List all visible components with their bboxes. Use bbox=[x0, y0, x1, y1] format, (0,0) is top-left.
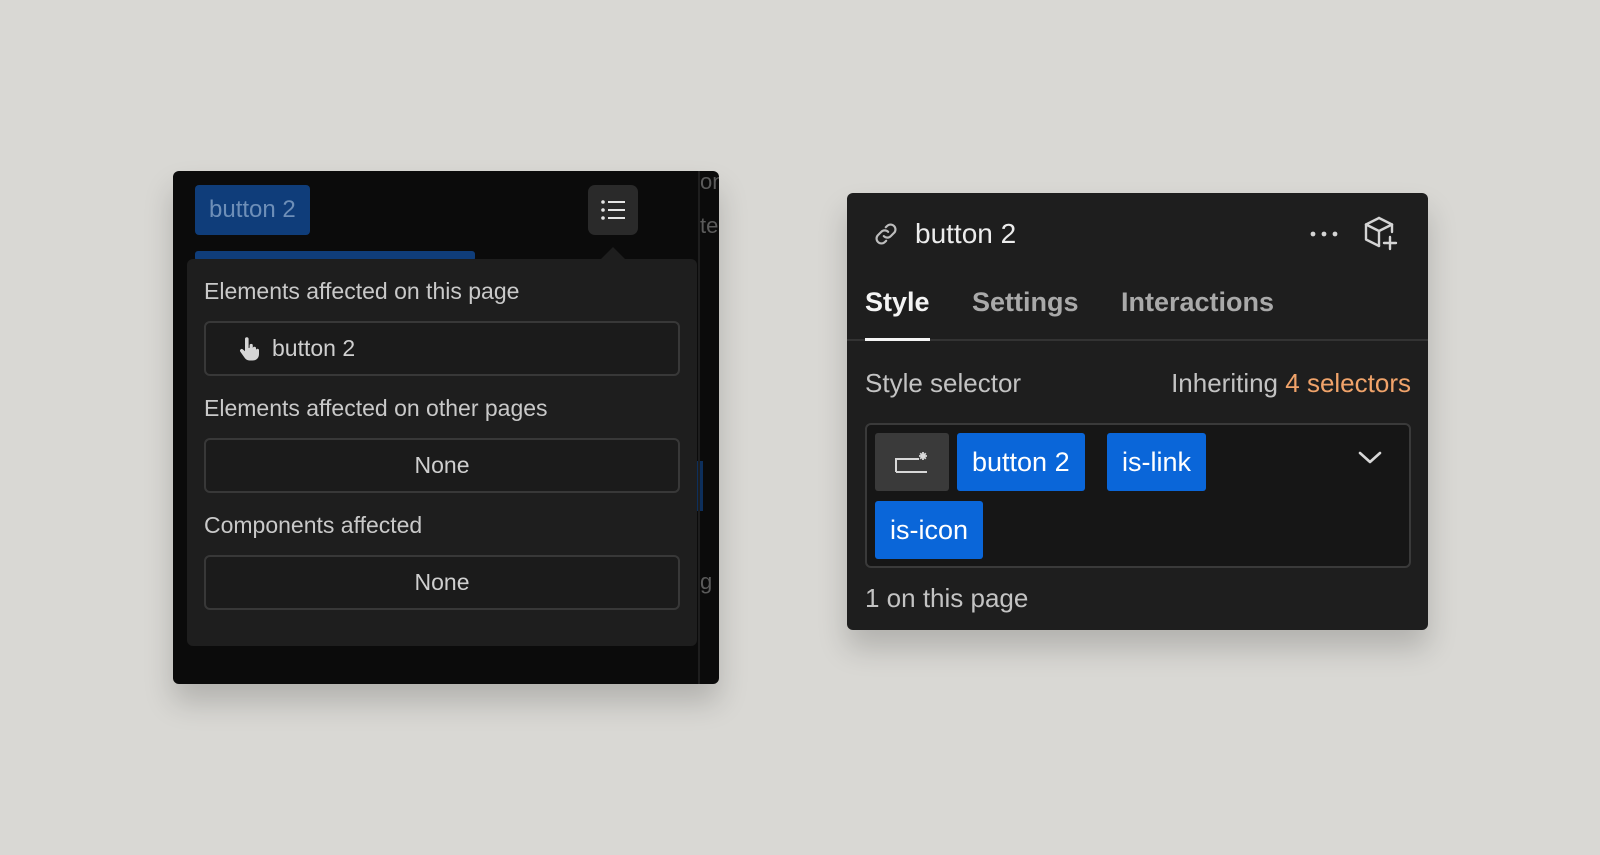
background-text-fragment: on bbox=[700, 171, 719, 194]
chevron-down-icon[interactable] bbox=[1357, 449, 1383, 470]
panel-tabs: Style Settings Interactions bbox=[847, 285, 1428, 341]
background-text-fragment: te bbox=[700, 213, 719, 238]
selector-chip[interactable]: is-icon bbox=[875, 501, 984, 559]
tab-settings[interactable]: Settings bbox=[972, 285, 1079, 339]
affected-list-button[interactable] bbox=[588, 185, 638, 235]
affected-element-item[interactable]: button 2 bbox=[204, 321, 680, 376]
tab-style[interactable]: Style bbox=[865, 285, 930, 341]
more-options-button[interactable] bbox=[1307, 219, 1341, 249]
components-value-label: None bbox=[414, 569, 470, 595]
style-selector-row: Style selector Inheriting 4 selectors bbox=[865, 363, 1411, 403]
inheriting-selectors-link[interactable]: 4 selectors bbox=[1285, 368, 1411, 398]
selector-chip[interactable]: is-link bbox=[1107, 433, 1207, 491]
more-horizontal-icon bbox=[1310, 231, 1338, 237]
inheriting-label: Inheriting bbox=[1171, 367, 1279, 398]
tab-interactions[interactable]: Interactions bbox=[1121, 285, 1274, 339]
link-icon bbox=[873, 221, 899, 252]
affected-elements-panel: button 2 on te g Elements affected on th… bbox=[173, 171, 719, 684]
hand-pointer-icon bbox=[238, 336, 260, 361]
style-selector-field[interactable]: button 2 is-link is-icon bbox=[865, 423, 1411, 568]
components-value: None bbox=[204, 555, 680, 610]
element-title: button 2 bbox=[915, 218, 1017, 249]
other-pages-value-label: None bbox=[414, 452, 470, 478]
element-settings-panel: button 2 Style Settings Interactions Sty… bbox=[847, 193, 1428, 630]
create-component-button[interactable] bbox=[1363, 215, 1399, 256]
state-icon bbox=[895, 452, 927, 473]
section-label-components: Components affected bbox=[204, 511, 423, 538]
section-label-other-pages: Elements affected on other pages bbox=[204, 394, 548, 421]
selector-chip[interactable]: button 2 bbox=[957, 433, 1085, 491]
style-selector-label: Style selector bbox=[865, 367, 1022, 398]
affected-element-label: button 2 bbox=[272, 335, 356, 361]
inheriting-info: Inheriting 4 selectors bbox=[1171, 368, 1411, 399]
background-text-fragment: g bbox=[700, 569, 713, 594]
state-selector-button[interactable] bbox=[875, 433, 949, 491]
selector-usage-count: 1 on this page bbox=[865, 582, 1029, 613]
add-component-cube-icon bbox=[1364, 216, 1398, 251]
background-separator bbox=[698, 171, 700, 684]
background-class-chip: button 2 bbox=[195, 185, 310, 235]
affected-popover: Elements affected on this page button 2 … bbox=[187, 259, 697, 646]
list-icon bbox=[601, 200, 625, 220]
section-label-this-page: Elements affected on this page bbox=[204, 277, 520, 304]
other-pages-value: None bbox=[204, 438, 680, 493]
panel-header: button 2 bbox=[847, 193, 1428, 275]
